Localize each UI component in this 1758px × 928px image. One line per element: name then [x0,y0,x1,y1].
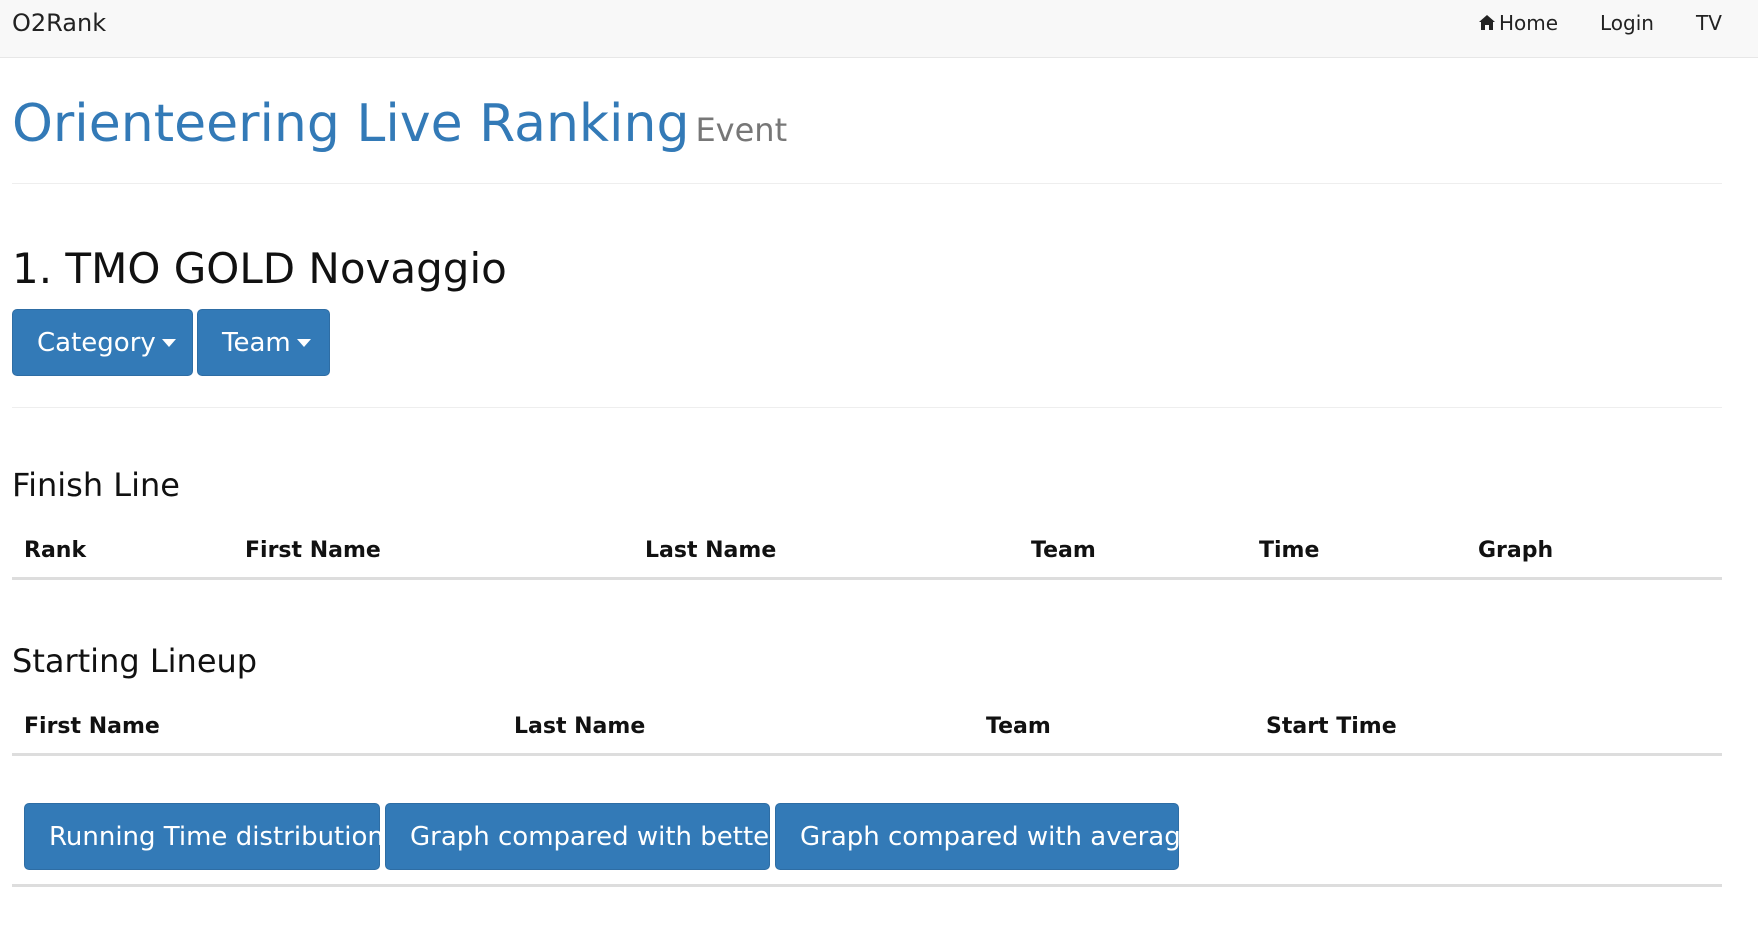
column-header-first-name: First Name [24,714,160,739]
running-time-distribution-button[interactable]: Running Time distribution [24,803,384,870]
starting-lineup-title: Starting Lineup [12,642,258,680]
column-header-start-time: Start Time [1266,714,1397,739]
nav-tv-link[interactable]: TV [1696,11,1722,35]
finish-line-title: Finish Line [12,466,180,504]
divider [12,407,1722,408]
category-dropdown-button[interactable]: Category [12,309,193,376]
caret-down-icon [161,338,176,347]
page-title-text: Orienteering Live Ranking [12,94,690,154]
divider [12,884,1722,887]
column-header-team: Team [1031,538,1096,563]
category-label: Category [37,327,156,358]
nav-home-label: Home [1499,11,1559,35]
column-header-time: Time [1259,538,1320,563]
column-header-team: Team [986,714,1051,739]
brand-link[interactable]: O2Rank [12,9,106,37]
event-title: 1. TMO GOLD Novaggio [12,244,507,293]
divider [12,183,1722,184]
column-header-first-name: First Name [245,538,381,563]
page-title: Orienteering Live Ranking Event [12,94,788,154]
caret-down-icon [296,338,311,347]
column-header-last-name: Last Name [514,714,646,739]
nav-login-link[interactable]: Login [1600,11,1654,35]
team-label: Team [222,327,291,358]
starting-lineup-table-header: First Name Last Name Team Start Time [12,710,1722,756]
column-header-rank: Rank [24,538,87,563]
home-icon [1479,15,1495,30]
team-dropdown-button[interactable]: Team [197,309,330,376]
page-subtitle: Event [695,111,788,149]
nav-home-link[interactable]: Home [1478,11,1558,35]
navbar: O2Rank Home Login TV [0,0,1758,58]
graph-compared-better-button[interactable]: Graph compared with better [385,803,780,870]
column-header-graph: Graph [1478,538,1554,563]
graph-compared-average-button[interactable]: Graph compared with average [775,803,1197,870]
column-header-last-name: Last Name [645,538,777,563]
finish-line-table-header: Rank First Name Last Name Team Time Grap… [12,534,1722,580]
